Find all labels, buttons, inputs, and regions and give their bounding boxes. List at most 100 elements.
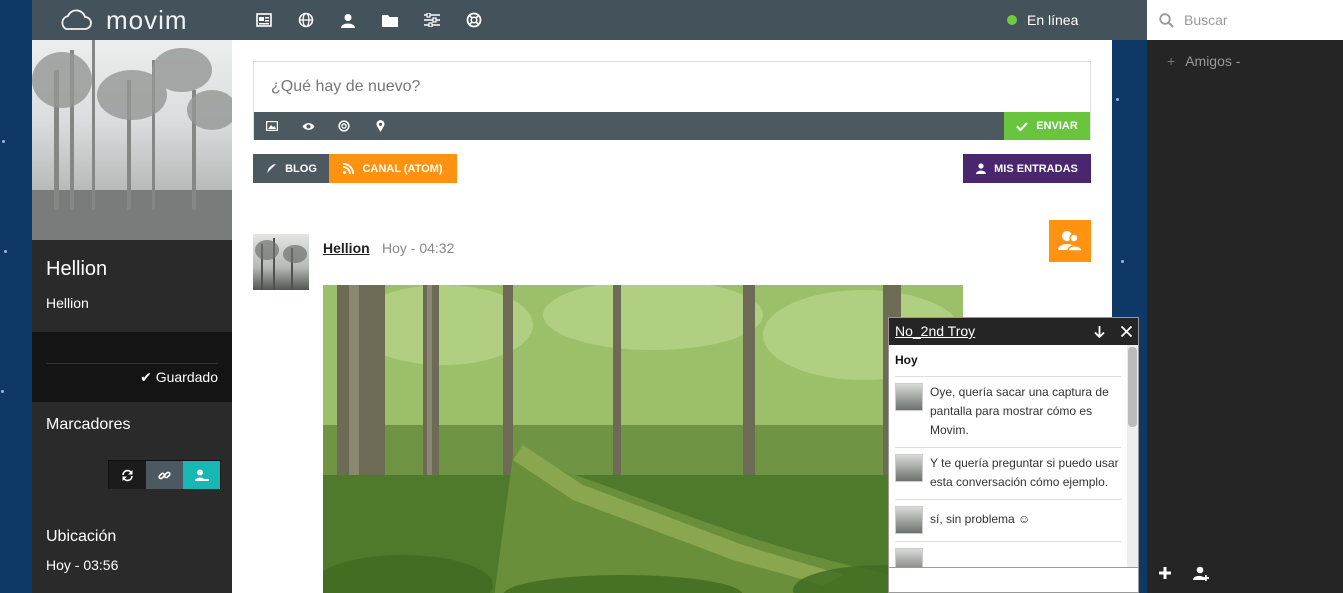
chat-contact-name[interactable]: No_2nd Troy [895,323,975,339]
user-icon [976,163,987,174]
post-share-button[interactable] [1049,220,1091,262]
profile-sidebar: Hellion Hellion ✔ Guardado Marcadores Ub… [32,40,232,593]
link-icon [158,471,171,479]
group-button[interactable] [183,461,220,489]
news-icon[interactable] [243,0,285,40]
chat-scrollbar[interactable] [1127,345,1138,567]
saved-status: ✔ Guardado [140,369,218,386]
help-button[interactable] [326,112,362,140]
post-author-link[interactable]: Hellion [323,240,370,256]
avatar [895,506,923,534]
chat-message [895,542,1121,567]
chat-input-wrap [889,567,1138,592]
background-star [4,250,7,253]
brand-name: movim [106,4,188,35]
chat-message: Y te quería preguntar si puedo usar esta… [895,448,1121,500]
chat-message-text: Oye, quería sacar una captura de pantall… [930,385,1109,437]
saved-label: Guardado [155,369,218,385]
chat-messages: Hoy Oye, quería sacar una captura de pan… [889,345,1127,567]
profile-name: Hellion [46,258,108,280]
chat-message-text: sí, sin problema ☺ [930,512,1031,526]
location-pin-icon [376,120,384,132]
profile-subtitle: Hellion [46,295,89,311]
chat-message: sí, sin problema ☺ [895,500,1121,542]
chat-minimize-button[interactable] [1086,318,1112,345]
my-posts-button[interactable]: MIS ENTRADAS [963,154,1091,183]
settings-icon[interactable] [411,0,453,40]
location-time: Hoy - 03:56 [46,557,119,573]
location-title: Ubicación [46,528,117,545]
send-button[interactable]: ENVIAR [1004,112,1090,140]
post-composer: ENVIAR [253,61,1091,140]
main-nav [243,0,495,40]
check-icon: ✔ [140,369,152,385]
composer-toolbar: ENVIAR [254,112,1090,140]
chat-day-label: Hoy [895,345,1121,377]
profile-info: Hellion Hellion [32,240,232,332]
avatar [895,454,923,482]
chat-message-text: Y te quería preguntar si puedo usar esta… [930,456,1119,489]
chat-message: Oye, quería sacar una captura de pantall… [895,377,1121,448]
search-input[interactable] [1184,12,1324,28]
feed-tabs: BLOG CANAL (ATOM) [253,154,457,183]
save-status-block: ✔ Guardado [32,332,232,402]
background-star [1116,98,1119,101]
cloud-logo-icon [61,9,92,30]
globe-icon[interactable] [285,0,327,40]
roster-group-friends[interactable]: + Amigos - [1167,53,1240,69]
close-icon [1120,326,1132,337]
users-icon [1058,231,1082,252]
bookmarks-actions [108,460,221,489]
avatar [895,548,923,567]
search-box [1147,0,1343,40]
my-posts-label: MIS ENTRADAS [994,162,1078,175]
check-icon [1016,121,1029,131]
avatar [895,383,923,411]
post-image[interactable] [323,285,963,593]
chat-message-input[interactable] [889,568,1138,592]
presence-status[interactable]: En línea [1007,0,1078,40]
brand[interactable]: movim [58,4,188,36]
contacts-icon[interactable] [327,0,369,40]
add-contact-icon[interactable] [1193,566,1209,581]
tab-feed-label: CANAL (ATOM) [362,162,443,175]
bookmarks-title: Marcadores [46,416,131,433]
search-icon [1159,12,1174,28]
add-icon[interactable] [1159,567,1171,579]
tab-atom-feed[interactable]: CANAL (ATOM) [329,154,457,183]
divider [46,363,218,364]
image-icon [266,121,278,131]
profile-cover-image [32,40,232,240]
top-bar: movim En línea [32,0,1147,40]
help-icon[interactable] [453,0,495,40]
preview-button[interactable] [290,112,326,140]
contact-roster: + Amigos - [1147,40,1343,593]
image-button[interactable] [254,112,290,140]
background-star [1,390,4,393]
post-author-avatar[interactable] [253,234,309,290]
chat-header: No_2nd Troy [889,318,1138,345]
chat-window: No_2nd Troy Hoy Oye, quería sacar una ca… [888,317,1139,593]
chat-close-button[interactable] [1113,318,1139,345]
feather-icon [266,163,277,174]
eye-icon [302,122,314,130]
tab-blog[interactable]: BLOG [253,154,329,183]
link-button[interactable] [146,461,183,489]
group-icon [194,469,209,481]
background-star [1121,260,1124,263]
refresh-button[interactable] [109,461,146,489]
background-star [2,140,5,143]
roster-footer [1147,553,1343,593]
chat-scroll-thumb[interactable] [1128,347,1137,427]
composer-input-wrap [254,62,1090,112]
post-timestamp: Hoy - 04:32 [382,240,455,256]
help-icon [338,120,350,132]
roster-group-label: Amigos - [1185,53,1241,69]
status-label: En línea [1027,12,1079,28]
folder-icon[interactable] [369,0,411,40]
tab-blog-label: BLOG [285,162,317,175]
composer-input[interactable] [271,78,1073,96]
plus-icon: + [1167,53,1176,69]
rss-icon [343,163,355,174]
location-button[interactable] [362,112,398,140]
